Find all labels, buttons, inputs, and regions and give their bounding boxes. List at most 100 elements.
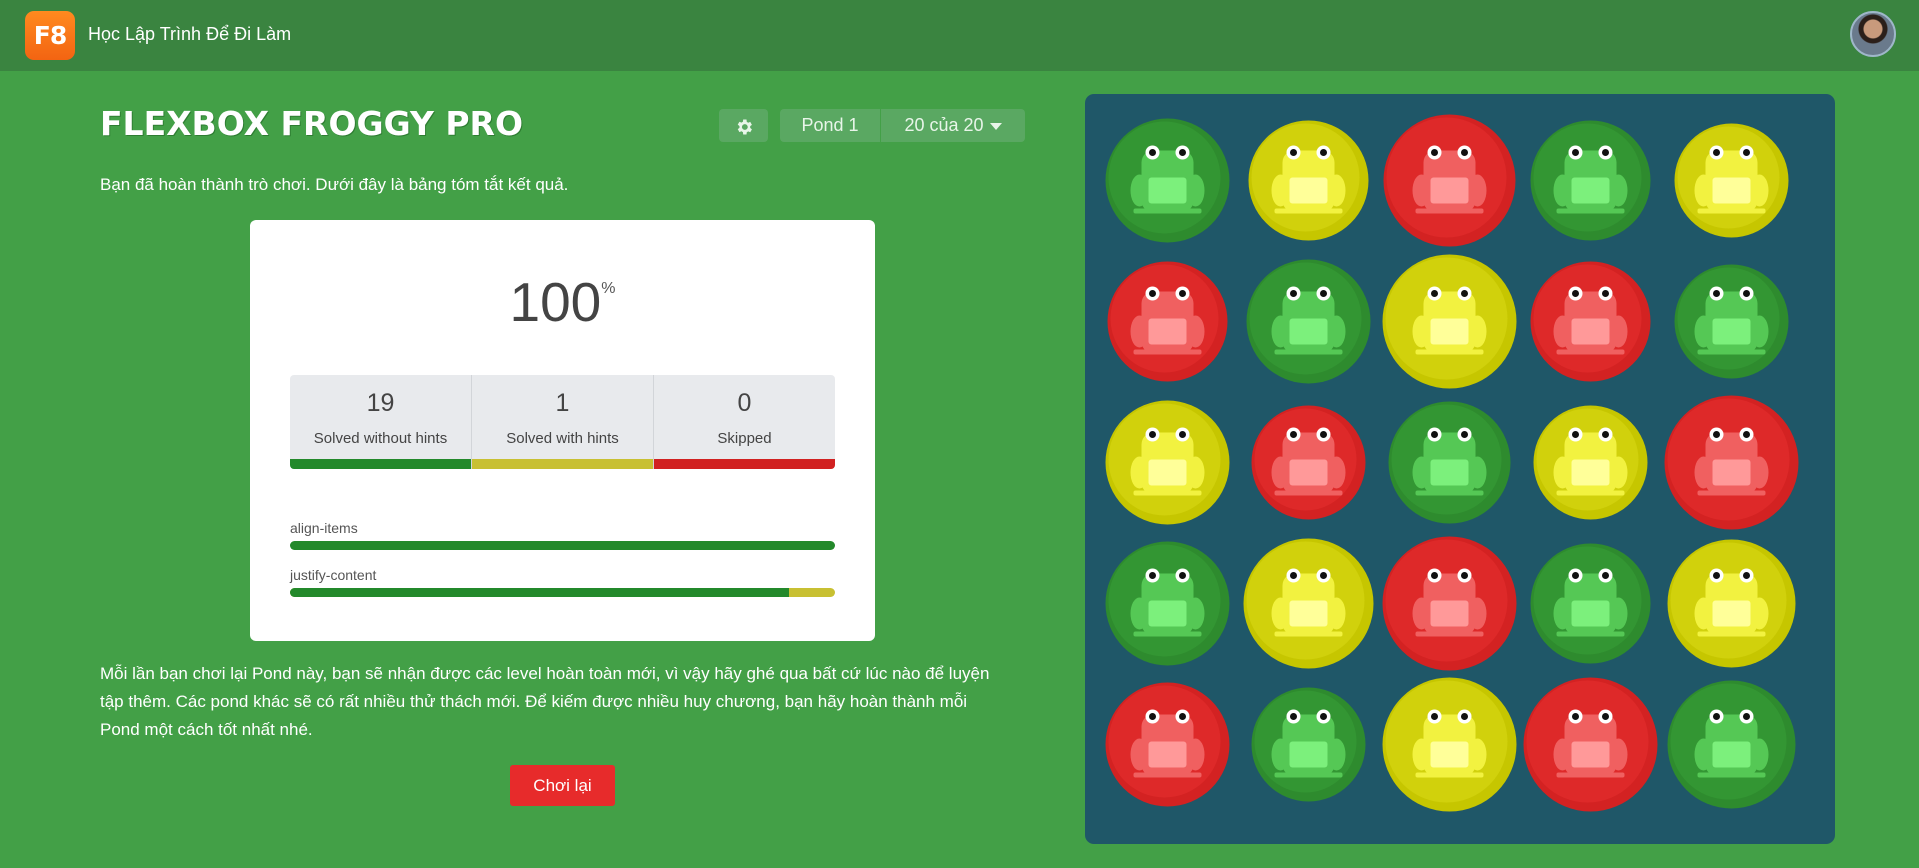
frog-pupil [1713,713,1720,720]
frog-pupil [1179,290,1186,297]
frog-pupil [1743,290,1750,297]
frog-feet [1556,208,1625,214]
frog-belly [1148,741,1187,768]
frog-pupil [1572,290,1579,297]
frog-pupil [1149,713,1156,720]
frog-pupil [1713,572,1720,579]
stat-value: 19 [366,389,395,417]
frog-feet [1556,772,1625,778]
frog-belly [1148,177,1187,204]
f8-logo[interactable]: F8 [25,11,75,60]
frog-belly [1712,459,1751,486]
frog-belly [1430,600,1469,627]
frog-pupil [1290,149,1297,156]
frog-pupil [1149,431,1156,438]
lily-pad-frog-yellow [1674,123,1789,238]
results-card: 100% 19 Solved without hints 1 Solved wi… [250,220,875,641]
frog-pupil [1602,431,1609,438]
skill-justify-content: justify-content [290,567,835,597]
frog-belly [1430,177,1469,204]
frog-feet [1697,631,1766,637]
frog-pupil [1149,149,1156,156]
frog-pupil [1743,431,1750,438]
frog-feet [1556,631,1625,637]
frog-feet [1133,631,1202,637]
lily-pad-frog-red [1530,261,1651,382]
frog-pupil [1290,431,1297,438]
pond-board [1085,94,1835,844]
frog-pupil [1431,572,1438,579]
frog-pupil [1290,713,1297,720]
user-avatar[interactable] [1850,11,1896,57]
frog-belly [1571,318,1610,345]
game-title: FLEXBOX FROGGY PRO [100,104,524,143]
frog-pupil [1461,290,1468,297]
frog-feet [1556,490,1625,496]
lily-pad-frog-green [1674,264,1789,379]
frog-pupil [1602,713,1609,720]
frog-feet [1697,208,1766,214]
frog-belly [1289,459,1328,486]
frog-pupil [1320,431,1327,438]
skill-progress-track [290,588,835,597]
stats-row: 19 Solved without hints 1 Solved with hi… [290,375,835,469]
frog-pupil [1713,149,1720,156]
pond-selector[interactable]: Pond 1 [780,109,881,142]
lily-pad-frog-yellow [1382,677,1517,812]
frog-belly [1571,741,1610,768]
lily-pad-frog-yellow [1382,254,1517,389]
site-title[interactable]: Học Lập Trình Để Đi Làm [88,24,291,45]
frog-pupil [1461,431,1468,438]
lily-pad-frog-red [1105,682,1230,807]
lily-pad-frog-yellow [1533,405,1648,520]
frog-belly [1289,741,1328,768]
skill-progress-track [290,541,835,550]
frog-feet [1274,349,1343,355]
caret-down-icon [989,122,1002,130]
lily-pad-frog-green [1530,120,1651,241]
lily-pad-frog-yellow [1105,400,1230,525]
frog-pupil [1743,713,1750,720]
frog-belly [1430,459,1469,486]
lily-pad-frog-yellow [1243,538,1374,669]
stat-color-bar [472,459,653,469]
stat-color-bar [290,459,471,469]
frog-belly [1712,177,1751,204]
frog-pupil [1743,149,1750,156]
frog-belly [1148,318,1187,345]
frog-pupil [1461,149,1468,156]
settings-button[interactable] [719,109,768,142]
frog-belly [1289,177,1328,204]
top-navbar: F8 Học Lập Trình Để Đi Làm [0,0,1919,71]
level-selector[interactable]: 20 của 20 [881,109,1025,142]
frog-feet [1697,490,1766,496]
frog-pupil [1572,431,1579,438]
lily-pad-frog-red [1523,677,1658,812]
frog-pupil [1431,149,1438,156]
frog-pupil [1320,713,1327,720]
frog-feet [1133,772,1202,778]
frog-pupil [1461,572,1468,579]
lily-pad-frog-green [1105,541,1230,666]
frog-feet [1697,772,1766,778]
skill-progress-fill [290,541,835,550]
score-value: 100 [509,271,602,333]
lily-pad-frog-red [1664,395,1799,530]
frog-belly [1712,741,1751,768]
frog-pupil [1320,290,1327,297]
frog-belly [1571,177,1610,204]
frog-pupil [1743,572,1750,579]
stat-skipped: 0 Skipped [654,375,835,469]
frog-belly [1712,318,1751,345]
frog-belly [1712,600,1751,627]
frog-feet [1415,349,1484,355]
frog-feet [1415,208,1484,214]
frog-belly [1430,318,1469,345]
replay-button[interactable]: Chơi lại [510,765,615,806]
lily-pad-frog-red [1251,405,1366,520]
frog-feet [1274,490,1343,496]
frog-pupil [1320,149,1327,156]
frog-pupil [1149,290,1156,297]
frog-pupil [1572,713,1579,720]
lily-pad-frog-red [1107,261,1228,382]
